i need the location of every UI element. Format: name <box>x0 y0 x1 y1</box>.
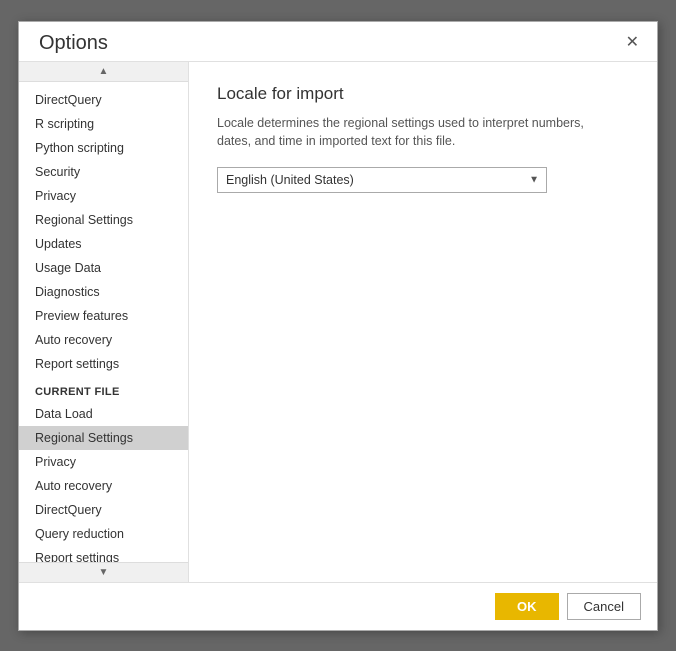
sidebar-item-reportsettings[interactable]: Report settings <box>19 352 188 376</box>
locale-dropdown[interactable]: English (United States)English (United K… <box>217 167 547 193</box>
main-content: Locale for import Locale determines the … <box>189 62 657 582</box>
sidebar-item-reportsettings-file[interactable]: Report settings <box>19 546 188 562</box>
sidebar-item-regionalsettings[interactable]: Regional Settings <box>19 208 188 232</box>
scroll-down-arrow[interactable]: ▼ <box>19 562 188 582</box>
sidebar-item-diagnostics[interactable]: Diagnostics <box>19 280 188 304</box>
sidebar-item-dataload[interactable]: Data Load <box>19 402 188 426</box>
sidebar-item-usagedata[interactable]: Usage Data <box>19 256 188 280</box>
scroll-up-arrow[interactable]: ▲ <box>19 62 188 82</box>
sidebar-scroll[interactable]: DirectQueryR scriptingPython scriptingSe… <box>19 82 188 562</box>
sidebar: ▲ DirectQueryR scriptingPython scripting… <box>19 62 189 582</box>
cancel-button[interactable]: Cancel <box>567 593 641 620</box>
close-button[interactable]: ✕ <box>622 33 643 53</box>
dialog-body: ▲ DirectQueryR scriptingPython scripting… <box>19 61 657 582</box>
locale-dropdown-wrapper: English (United States)English (United K… <box>217 167 547 193</box>
sidebar-item-directquery[interactable]: DirectQuery <box>19 88 188 112</box>
sidebar-item-pythonscripting[interactable]: Python scripting <box>19 136 188 160</box>
sidebar-item-previewfeatures[interactable]: Preview features <box>19 304 188 328</box>
sidebar-item-security[interactable]: Security <box>19 160 188 184</box>
sidebar-item-queryreduction[interactable]: Query reduction <box>19 522 188 546</box>
sidebar-item-privacy[interactable]: Privacy <box>19 184 188 208</box>
sidebar-item-regionalsettings-file[interactable]: Regional Settings <box>19 426 188 450</box>
sidebar-item-autorecovery[interactable]: Auto recovery <box>19 328 188 352</box>
ok-button[interactable]: OK <box>495 593 559 620</box>
section-description: Locale determines the regional settings … <box>217 114 617 152</box>
sidebar-item-updates[interactable]: Updates <box>19 232 188 256</box>
dialog-title: Options <box>39 32 108 55</box>
dialog-footer: OK Cancel <box>19 582 657 630</box>
sidebar-item-directquery-file[interactable]: DirectQuery <box>19 498 188 522</box>
title-bar: Options ✕ <box>19 22 657 61</box>
sidebar-item-privacy-file[interactable]: Privacy <box>19 450 188 474</box>
sidebar-item-autorecovery-file[interactable]: Auto recovery <box>19 474 188 498</box>
options-dialog: Options ✕ ▲ DirectQueryR scriptingPython… <box>18 21 658 631</box>
section-title: Locale for import <box>217 84 629 104</box>
sidebar-item-rscripting[interactable]: R scripting <box>19 112 188 136</box>
current-file-section-header: CURRENT FILE <box>19 376 188 402</box>
